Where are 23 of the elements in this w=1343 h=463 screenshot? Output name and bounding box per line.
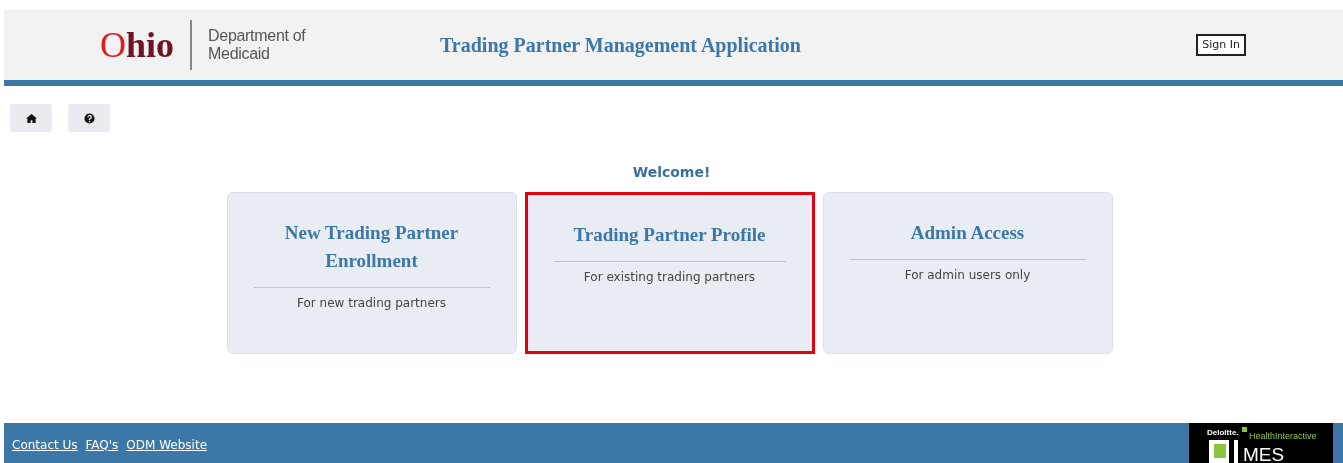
- card-title: Admin Access: [909, 221, 1026, 245]
- card-subtitle: For admin users only: [903, 267, 1032, 284]
- card-subtitle: For new trading partners: [296, 295, 447, 312]
- footer-link[interactable]: FAQ's: [85, 435, 119, 454]
- option-card[interactable]: Admin Access For admin users only: [822, 192, 1113, 354]
- card-subtitle: For existing trading partners: [582, 269, 757, 286]
- app-title: Trading Partner Management Application: [440, 33, 801, 59]
- option-card[interactable]: Trading Partner Profile For existing trading partners: [524, 192, 815, 354]
- welcome-heading: Welcome!: [632, 164, 711, 180]
- option-card[interactable]: New Trading Partner Enrollment For new trading partners: [226, 192, 517, 354]
- sign-in-button[interactable]: Sign In: [1196, 33, 1246, 57]
- footer-link[interactable]: Contact Us: [12, 435, 78, 454]
- card-title: New Trading Partner Enrollment: [283, 221, 460, 273]
- logo-text: Department of: [208, 27, 306, 45]
- partner-logo: Deloitte. HealthInteractive MES: [1189, 423, 1333, 463]
- help-button[interactable]: [68, 104, 110, 132]
- logo-text: Medicaid: [208, 45, 271, 63]
- home-button[interactable]: [10, 104, 52, 132]
- home-icon: [25, 112, 37, 124]
- footer-link[interactable]: ODM Website: [126, 435, 208, 454]
- logo-wordmark: Ohio: [100, 27, 175, 63]
- card-title: Trading Partner Profile: [572, 223, 767, 247]
- help-icon: [83, 112, 95, 124]
